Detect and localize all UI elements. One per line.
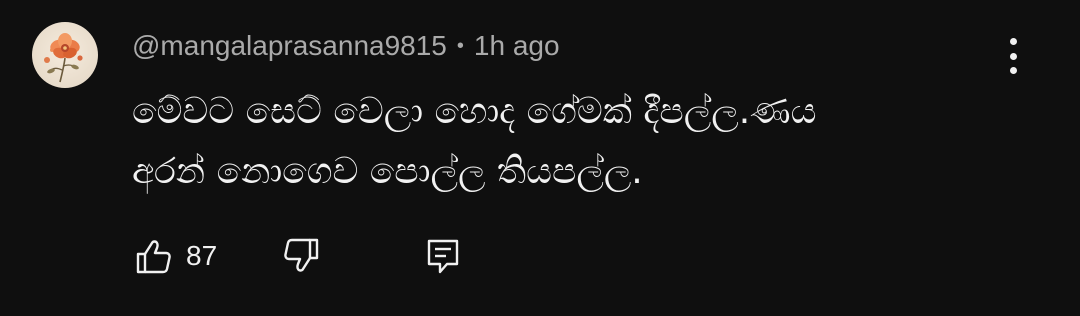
more-vertical-icon-dot: [1009, 38, 1017, 45]
flower-avatar-image: [44, 33, 83, 83]
thumbs-down-icon: [284, 238, 319, 272]
avatar[interactable]: [32, 22, 98, 88]
comment-text-line: අරන් නොගෙව පොල්ල තියපල්ල.: [132, 151, 643, 192]
thumbs-up-icon: [136, 240, 171, 274]
more-options-button[interactable]: [998, 36, 1028, 76]
comment-text: මේවට සෙට් වෙලා හොද ගේමක් දීපල්ල.ණය අරන් …: [132, 82, 972, 202]
comment-actions: 87: [132, 234, 465, 278]
comment-timestamp[interactable]: 1h ago: [474, 30, 560, 62]
more-vertical-icon-dot: [1009, 52, 1017, 60]
like-button[interactable]: [132, 234, 176, 278]
reply-button[interactable]: [421, 234, 465, 278]
more-vertical-icon-dot: [1009, 67, 1017, 74]
like-count: 87: [186, 240, 218, 271]
comment-header: @mangalaprasanna9815 • 1h ago: [132, 28, 560, 64]
comment-text-line: මේවට සෙට් වෙලා හොද ගේමක් දීපල්ල.ණය: [132, 91, 817, 132]
author-handle[interactable]: @mangalaprasanna9815: [132, 30, 447, 62]
dislike-button[interactable]: [279, 234, 323, 278]
header-separator: •: [456, 34, 464, 57]
comment-item: @mangalaprasanna9815 • 1h ago මේවට සෙට් …: [0, 0, 1080, 316]
reply-comment-icon: [427, 239, 459, 274]
